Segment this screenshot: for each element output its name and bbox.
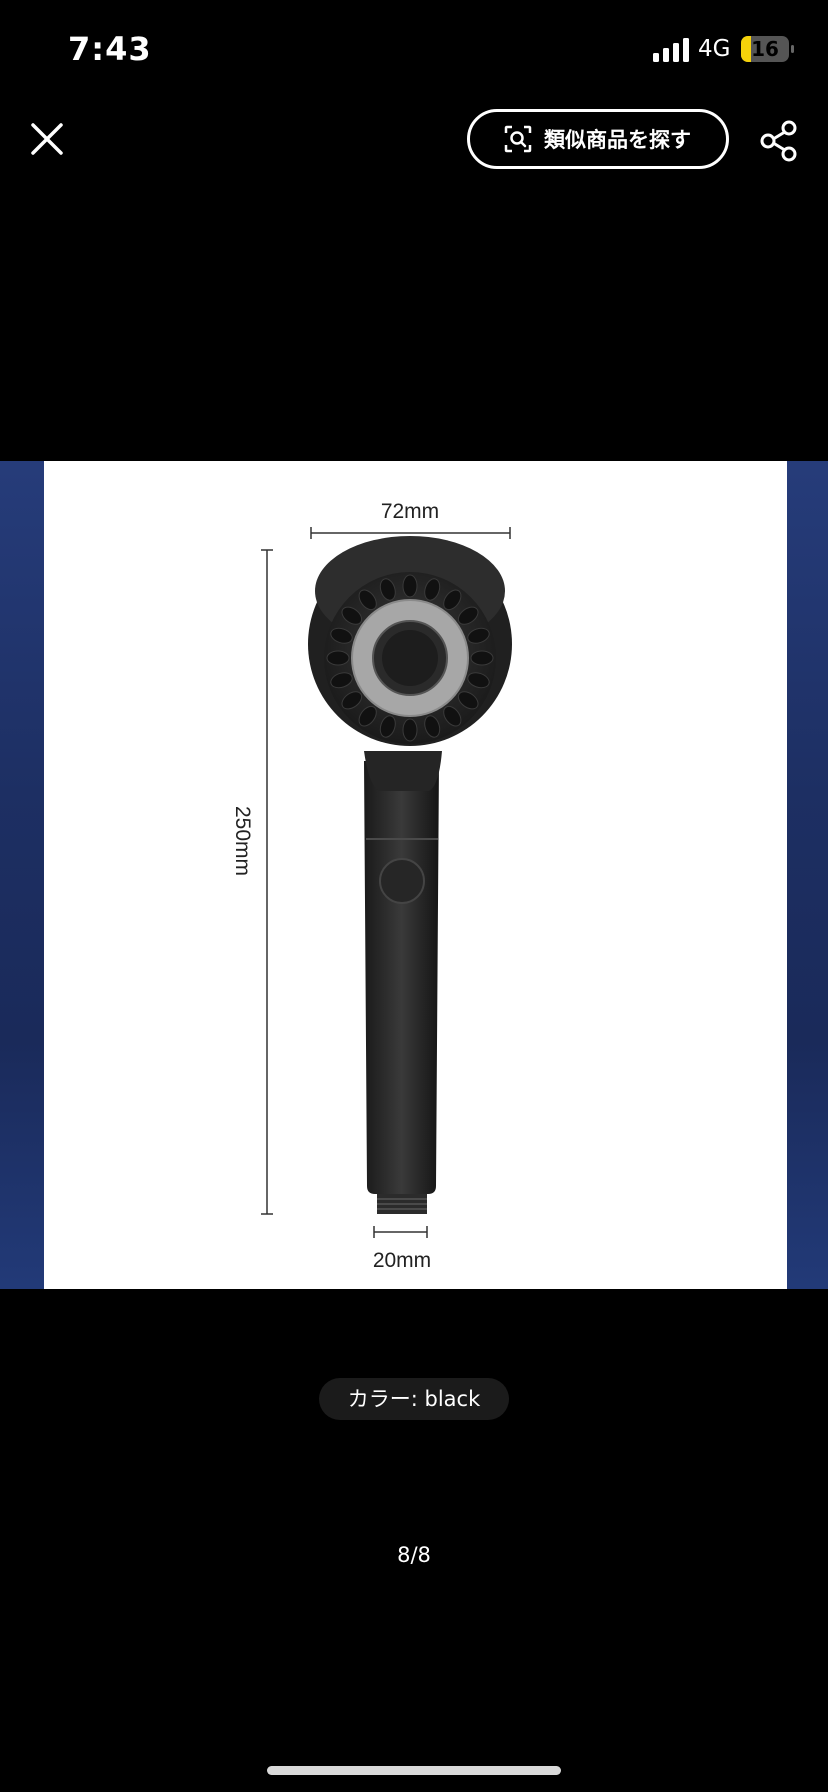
cellular-signal-icon (653, 38, 689, 62)
nozzle (402, 718, 418, 742)
nozzle (402, 574, 418, 598)
battery-icon: 16 (741, 36, 789, 62)
shower-head-illustration: 72mm 250mm 20mm (231, 500, 512, 1272)
width-dimension-label: 72mm (381, 500, 439, 523)
find-similar-label: 類似商品を探す (544, 128, 691, 152)
connector-dimension-label: 20mm (373, 1249, 431, 1272)
shower-mode-button (379, 858, 425, 904)
share-button[interactable] (758, 119, 800, 163)
home-indicator[interactable] (267, 1766, 561, 1775)
status-bar: 7:43 4G 16 (0, 0, 828, 100)
nozzle (326, 650, 350, 666)
network-type: 4G (698, 36, 731, 62)
battery-cap (791, 45, 794, 53)
battery-level: 16 (751, 37, 779, 61)
share-icon (760, 120, 797, 162)
close-icon (31, 123, 63, 155)
image-page-indicator: 8/8 (397, 1543, 431, 1567)
close-button[interactable] (28, 120, 68, 160)
product-image[interactable]: 72mm 250mm 20mm (44, 461, 787, 1289)
find-similar-button[interactable]: 類似商品を探す (467, 109, 729, 169)
scan-search-icon (504, 125, 532, 153)
color-variant-label: カラー: black (319, 1378, 509, 1420)
nozzle (470, 650, 494, 666)
status-time: 7:43 (68, 30, 152, 68)
shower-handle (364, 761, 439, 1194)
height-dimension-label: 250mm (231, 806, 254, 876)
